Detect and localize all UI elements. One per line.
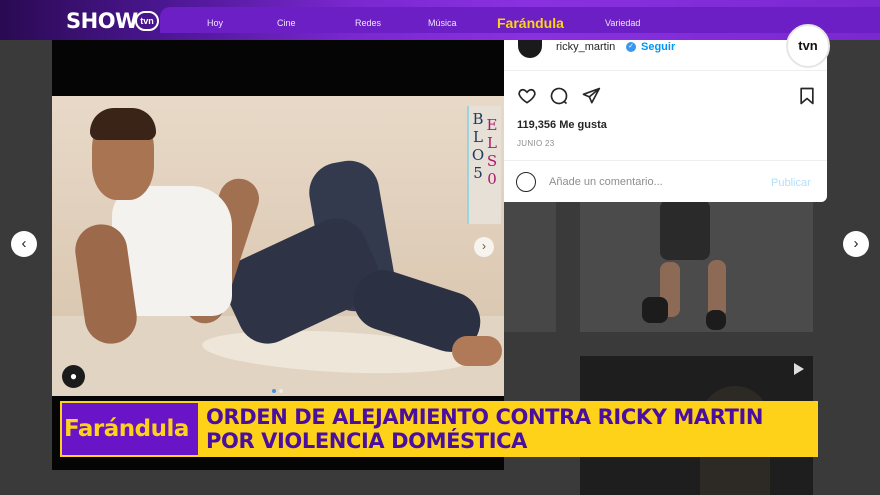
post-date: JUNIO 23 bbox=[517, 139, 555, 148]
nav-item-redes[interactable]: Redes bbox=[355, 18, 381, 28]
comment-input[interactable]: Añade un comentario... bbox=[549, 176, 663, 188]
gallery-tile[interactable] bbox=[580, 200, 813, 332]
nav-item-hoy[interactable]: Hoy bbox=[207, 18, 223, 28]
nav-item-farandula[interactable]: Farándula bbox=[497, 15, 564, 31]
magazine-letters: E L S 0 bbox=[486, 116, 498, 188]
likes-count[interactable]: 119,356 Me gusta bbox=[517, 119, 607, 131]
publish-button[interactable]: Publicar bbox=[771, 177, 811, 189]
play-icon bbox=[794, 363, 804, 375]
user-icon[interactable]: ● bbox=[62, 365, 85, 388]
chevron-right-icon[interactable]: › bbox=[474, 237, 494, 257]
nav-item-cine[interactable]: Cine bbox=[277, 18, 296, 28]
chevron-left-icon[interactable]: ‹ bbox=[11, 231, 37, 257]
post-photo[interactable]: B L O 5 E L S 0 bbox=[52, 96, 504, 396]
headline-line-2: POR VIOLENCIA DOMÉSTICA bbox=[206, 429, 527, 453]
verified-badge-icon: ✓ bbox=[626, 42, 636, 52]
show-logo[interactable]: SHOW bbox=[66, 9, 138, 33]
gallery-tile[interactable] bbox=[504, 202, 556, 332]
bookmark-icon[interactable] bbox=[796, 86, 818, 106]
heart-icon[interactable] bbox=[516, 86, 538, 106]
nav-item-variedad[interactable]: Variedad bbox=[605, 18, 640, 28]
comment-icon[interactable] bbox=[548, 86, 570, 106]
emoji-icon[interactable] bbox=[516, 172, 536, 192]
headline-line-1: ORDEN DE ALEJAMIENTO CONTRA RICKY MARTIN bbox=[206, 405, 764, 429]
carousel-dots bbox=[272, 380, 286, 398]
chevron-right-icon[interactable]: › bbox=[843, 231, 869, 257]
tvn-logo-badge: tvn bbox=[135, 11, 159, 31]
broadcast-frame: SHOW tvn Hoy Cine Redes Música Farándula… bbox=[0, 0, 880, 495]
follow-button[interactable]: Seguir bbox=[641, 41, 675, 53]
avatar[interactable] bbox=[518, 40, 542, 58]
instagram-username[interactable]: ricky_martin bbox=[556, 41, 615, 53]
magazine-letters: B L O 5 bbox=[471, 110, 485, 182]
nav-item-musica[interactable]: Música bbox=[428, 18, 457, 28]
instagram-post-panel: ricky_martin ✓ Seguir 119,356 Me gusta J… bbox=[504, 40, 827, 202]
tvn-watermark: tvn bbox=[786, 24, 830, 68]
lower-third-section-label: Farándula bbox=[64, 416, 189, 442]
top-nav-bar: SHOW tvn Hoy Cine Redes Música Farándula… bbox=[0, 0, 880, 40]
send-icon[interactable] bbox=[580, 86, 602, 106]
